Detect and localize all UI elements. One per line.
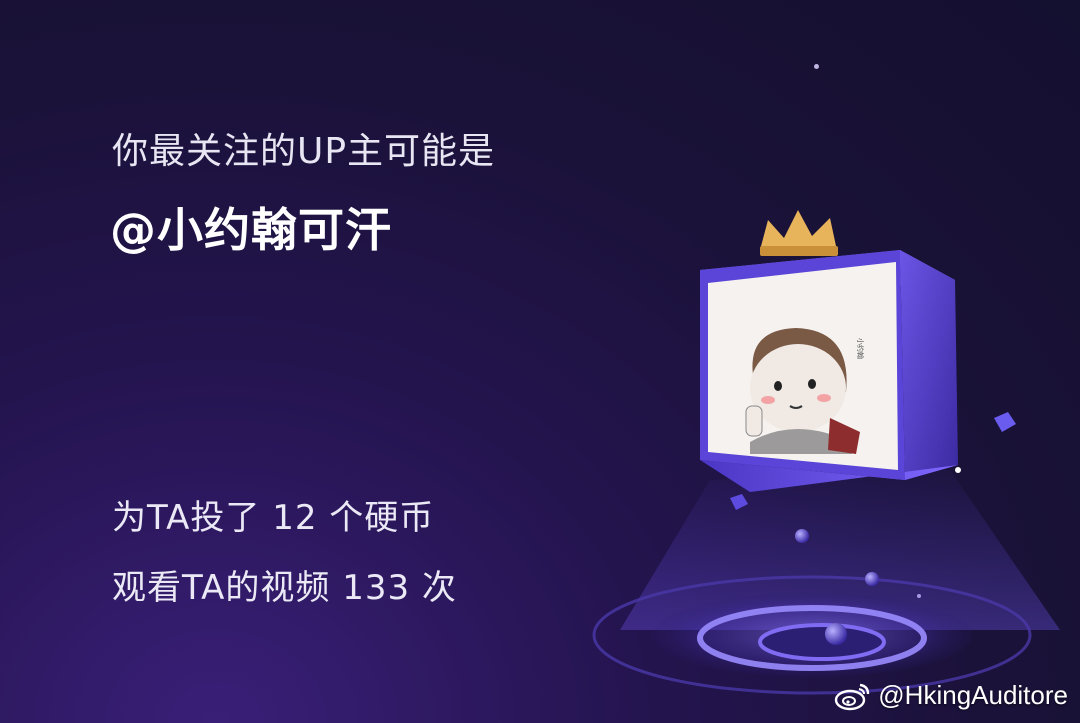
- floating-orb: [795, 529, 809, 543]
- svg-text:小约翰: 小约翰: [856, 338, 865, 359]
- floating-cube: [994, 412, 1016, 432]
- crown-icon: [760, 210, 838, 256]
- up-username: @小约翰可汗: [110, 203, 392, 257]
- platform-ring-core: [758, 623, 886, 661]
- weibo-watermark: @HkingAuditore: [834, 680, 1068, 711]
- sparkle-dot: [814, 64, 819, 69]
- avatar-cube-illustration: 小约翰: [592, 210, 1060, 695]
- watermark-handle: @HkingAuditore: [878, 680, 1068, 710]
- cube-side: [900, 250, 958, 480]
- coins-stat: 为TA投了 12 个硬币: [112, 498, 435, 538]
- views-stat: 观看TA的视频 133 次: [112, 568, 457, 608]
- headline-text: 你最关注的UP主可能是: [112, 131, 496, 172]
- weibo-icon: [835, 683, 870, 710]
- sparkle: [955, 467, 961, 473]
- floating-orb: [865, 572, 879, 586]
- platform-orb: [825, 623, 847, 645]
